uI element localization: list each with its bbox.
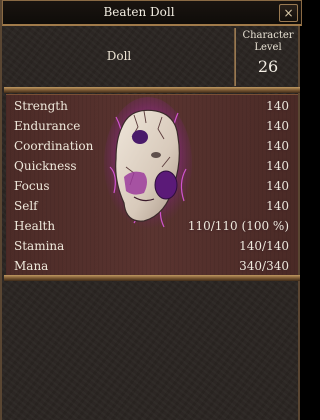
- stat-label: Stamina: [14, 239, 65, 253]
- window-title: Beaten Doll: [103, 5, 175, 19]
- stat-label: Mana: [14, 259, 49, 273]
- header-panel: Doll Character Level 26: [4, 26, 300, 88]
- stat-row-stamina: Stamina 140/140: [6, 236, 298, 256]
- stats-panel: Strength 140 Endurance 140 Coordination 140…: [6, 94, 298, 275]
- level-value: 26: [257, 57, 279, 76]
- character-level-box: Character Level 26: [236, 26, 300, 88]
- creature-name-box: Doll: [6, 27, 232, 85]
- stat-row-strength: Strength 140: [6, 96, 298, 116]
- stat-value: 140: [266, 99, 289, 113]
- close-button[interactable]: ×: [279, 4, 298, 22]
- stat-value: 340/340: [239, 259, 289, 273]
- stat-row-health: Health 110/110 (100 %): [6, 216, 298, 236]
- stat-row-mana: Mana 340/340: [6, 256, 298, 276]
- stat-value: 140: [266, 119, 289, 133]
- stat-value: 140: [266, 159, 289, 173]
- top-separator-bar: [4, 87, 300, 93]
- appraisal-window: Beaten Doll × Doll Character Level 26 St…: [0, 0, 302, 420]
- stat-label: Quickness: [14, 159, 77, 173]
- stat-row-focus: Focus 140: [6, 176, 298, 196]
- stat-value: 140/140: [239, 239, 289, 253]
- stat-value: 110/110 (100 %): [187, 219, 289, 233]
- stat-label: Endurance: [14, 119, 81, 133]
- empty-lower-panel: [4, 281, 300, 420]
- stat-row-quickness: Quickness 140: [6, 156, 298, 176]
- stat-label: Self: [14, 199, 38, 213]
- stat-label: Strength: [14, 99, 68, 113]
- title-bar[interactable]: Beaten Doll ×: [2, 0, 302, 26]
- stat-label: Health: [14, 219, 56, 233]
- close-icon: ×: [283, 6, 294, 20]
- level-label-line2: Level: [254, 42, 282, 53]
- stat-label: Coordination: [14, 139, 94, 153]
- stat-value: 140: [266, 199, 289, 213]
- stat-row-self: Self 140: [6, 196, 298, 216]
- stat-row-coordination: Coordination 140: [6, 136, 298, 156]
- stat-row-endurance: Endurance 140: [6, 116, 298, 136]
- stat-value: 140: [266, 139, 289, 153]
- creature-name: Doll: [106, 49, 132, 63]
- level-label-line1: Character: [242, 30, 294, 41]
- stat-value: 140: [266, 179, 289, 193]
- stat-label: Focus: [14, 179, 50, 193]
